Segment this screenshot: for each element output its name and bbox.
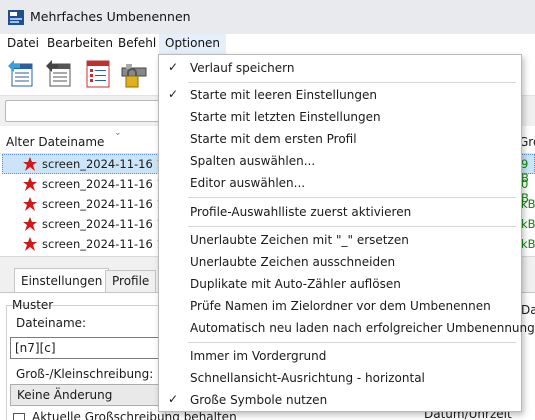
undo-rename-icon[interactable] [44,58,76,90]
menu-datei[interactable]: Datei [1,34,45,54]
file-name: screen_2024-11-16 13- [42,217,176,231]
file-name: screen_2024-11-16 13- [42,197,176,211]
keep-case-checkbox[interactable] [13,413,25,420]
app-icon [8,10,24,25]
file-image-icon [23,177,37,191]
list-icon[interactable] [82,58,114,90]
tab-einstellungen[interactable]: Einstellungen [14,268,110,292]
file-name: screen_2024-11-16 13- [42,237,176,251]
menu-item-verlauf-speichern[interactable]: ✓ Verlauf speichern [159,57,521,79]
menu-separator [188,342,516,343]
menu-item-grosse-symbole[interactable]: ✓ Große Symbole nutzen [159,389,521,411]
file-size: kB [521,237,535,251]
checkmark-icon: ✓ [168,60,179,74]
menu-item-schnellansicht-ausrichtung[interactable]: Schnellansicht-Ausrichtung - horizontal [159,367,521,389]
file-name: screen_2024-11-16 14- [42,157,176,171]
tab-profile[interactable]: Profile [105,270,157,292]
date-group-label: Dat [521,303,535,317]
checkmark-icon: ✓ [168,87,179,101]
lock-tools-icon[interactable] [118,58,150,90]
menu-item-auto-neu-laden[interactable]: Automatisch neu laden nach erfolgreicher… [159,317,535,339]
menu-item-immer-vordergrund[interactable]: Immer im Vordergrund [159,345,521,367]
menu-item-unerlaubte-ersetzen[interactable]: Unerlaubte Zeichen mit "_" ersetzen [159,229,521,251]
menu-item-starte-letzte[interactable]: Starte mit letzten Einstellungen [159,106,521,128]
file-size: kB [521,217,535,231]
column-old-filename[interactable]: Alter Dateiname [6,135,104,149]
title-bar: Mehrfaches Umbenennen [0,0,535,34]
filename-label: Dateiname: [16,316,87,330]
menu-separator [188,197,516,198]
options-dropdown-menu: ✓ Verlauf speichern ✓ Starte mit leeren … [158,54,535,412]
case-select[interactable]: Keine Änderung [10,384,170,406]
pattern-group-label: Muster [12,298,54,312]
menu-befehl[interactable]: Befehl [112,34,162,54]
menu-item-profile-auswahlliste[interactable]: Profile-Auswahlliste zuerst aktivieren [159,201,521,223]
filter-input[interactable] [5,100,165,122]
menu-item-pruefe-namen[interactable]: Prüfe Namen im Zielordner vor dem Umbene… [159,295,521,317]
file-image-icon [23,197,37,211]
menu-item-unerlaubte-ausschneiden[interactable]: Unerlaubte Zeichen ausschneiden [159,251,521,273]
menu-separator [188,82,516,83]
checkmark-icon: ✓ [168,392,179,406]
window-title: Mehrfaches Umbenennen [30,9,191,24]
menu-item-starte-leer[interactable]: ✓ Starte mit leeren Einstellungen [159,84,521,106]
menu-optionen[interactable]: Optionen [159,34,227,54]
file-size: kB [521,197,535,211]
rename-preview-icon[interactable] [6,58,38,90]
menu-item-starte-erstes-profil[interactable]: Starte mit dem ersten Profil [159,128,521,150]
filename-pattern-input[interactable]: [n7][c] [10,337,170,359]
menu-item-editor-auswaehlen[interactable]: Editor auswählen... [159,172,521,194]
case-label: Groß-/Kleinschreibung: [16,367,154,381]
sort-chevron-icon: ⌄ [114,128,122,138]
file-image-icon [23,237,37,251]
menu-bar: Datei Bearbeiten Befehl Optionen [0,34,535,54]
file-image-icon [23,217,37,231]
menu-bearbeiten[interactable]: Bearbeiten [41,34,119,54]
menu-separator [188,226,516,227]
menu-item-spalten-auswaehlen[interactable]: Spalten auswählen... [159,150,521,172]
file-image-icon [23,157,37,171]
file-name: screen_2024-11-16 14- [42,177,176,191]
menu-item-duplikate-aufloesen[interactable]: Duplikate mit Auto-Zähler auflösen [159,273,521,295]
